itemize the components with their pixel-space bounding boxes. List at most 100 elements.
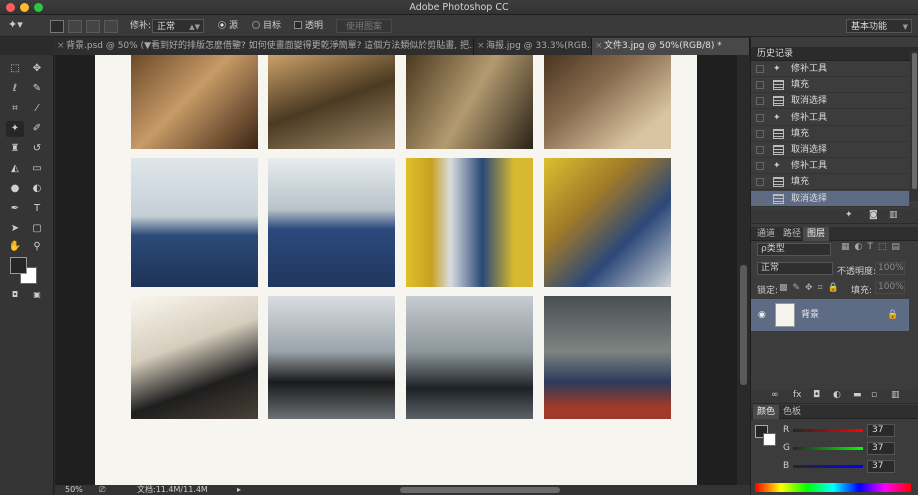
- history-snapshot-checkbox[interactable]: [756, 65, 764, 73]
- trash-icon[interactable]: ▥: [891, 390, 900, 400]
- export-icon[interactable]: ⎚: [99, 485, 105, 495]
- g-slider[interactable]: [793, 447, 863, 450]
- transparent-checkbox[interactable]: 透明: [294, 19, 323, 33]
- lasso-tool-icon[interactable]: ℓ: [6, 81, 24, 97]
- tab-channels[interactable]: 通道: [753, 227, 779, 241]
- history-snapshot-checkbox[interactable]: [756, 162, 764, 171]
- history-panel-header[interactable]: 历史记录: [751, 47, 918, 61]
- history-snapshot-checkbox[interactable]: [756, 194, 764, 203]
- b-slider[interactable]: [793, 465, 863, 468]
- marquee-tool-icon[interactable]: ⬚: [6, 61, 24, 77]
- patch-tool-icon[interactable]: ✦: [6, 121, 24, 137]
- foreground-color-swatch[interactable]: [10, 257, 27, 274]
- quick-mask-icon[interactable]: ◘: [6, 287, 24, 303]
- move-tool-icon[interactable]: ✥: [28, 61, 46, 77]
- radio-source[interactable]: 源: [218, 19, 238, 33]
- history-snapshot-checkbox[interactable]: [756, 81, 764, 90]
- history-item[interactable]: ✦ 修补工具: [751, 61, 909, 77]
- canvas-area[interactable]: [55, 55, 737, 485]
- tab-layers[interactable]: 图层: [803, 227, 830, 241]
- camera-icon[interactable]: ◙: [869, 210, 878, 220]
- tab-poster-jpg[interactable]: × 海报.jpg @ 33.3%(RGB...: [474, 38, 592, 55]
- history-item[interactable]: ✦ 修补工具: [751, 158, 909, 175]
- history-item[interactable]: 取消选择: [751, 142, 909, 158]
- tab-swatches[interactable]: 色板: [779, 405, 805, 419]
- history-item[interactable]: 填充: [751, 174, 909, 191]
- fill-input[interactable]: 100%: [875, 281, 905, 294]
- zoom-tool-icon[interactable]: ⚲: [28, 239, 46, 255]
- lock-icons[interactable]: ▩✎✥⌗🔒: [779, 283, 844, 293]
- blend-mode-select[interactable]: 正常: [757, 262, 833, 275]
- history-item[interactable]: 填充: [751, 77, 909, 94]
- opacity-input[interactable]: 100%: [875, 262, 905, 275]
- patch-mode-select[interactable]: 正常 ▲▼: [152, 19, 204, 33]
- gradient-tool-icon[interactable]: ▭: [28, 161, 46, 177]
- history-snapshot-checkbox[interactable]: [756, 129, 764, 138]
- r-value[interactable]: 37: [867, 424, 895, 437]
- patch-tool-icon[interactable]: ✦▾: [8, 19, 23, 33]
- close-tab-icon[interactable]: ×: [477, 38, 485, 54]
- history-snapshot-checkbox[interactable]: [756, 97, 764, 106]
- eraser-tool-icon[interactable]: ◭: [6, 161, 24, 177]
- fx-icon[interactable]: fx: [793, 390, 802, 400]
- layer-row-background[interactable]: ◉ 背景 🔒: [751, 299, 909, 331]
- eyedropper-tool-icon[interactable]: ⁄: [28, 101, 46, 117]
- history-item[interactable]: 取消选择: [751, 190, 909, 207]
- eye-icon[interactable]: ◉: [758, 299, 766, 331]
- document-canvas[interactable]: [95, 55, 697, 485]
- color-spectrum[interactable]: [755, 483, 911, 492]
- intersect-selection-button[interactable]: [104, 20, 118, 33]
- blur-tool-icon[interactable]: ●: [6, 181, 24, 197]
- close-tab-icon[interactable]: ×: [57, 38, 65, 54]
- close-tab-icon[interactable]: ×: [595, 38, 603, 54]
- new-layer-icon[interactable]: ▫: [871, 390, 877, 400]
- quick-select-tool-icon[interactable]: ✎: [28, 81, 46, 97]
- use-pattern-button[interactable]: 使用图案: [336, 19, 393, 33]
- layer-kind-filter[interactable]: ρ类型: [757, 243, 831, 256]
- pen-tool-icon[interactable]: ✒: [6, 201, 24, 217]
- folder-icon[interactable]: ▬: [853, 390, 862, 400]
- link-icon[interactable]: ∞: [771, 390, 779, 400]
- tab-color[interactable]: 颜色: [753, 405, 780, 419]
- history-item[interactable]: 填充: [751, 125, 909, 142]
- subtract-selection-button[interactable]: [86, 20, 100, 33]
- hand-tool-icon[interactable]: ✋: [6, 239, 24, 255]
- crop-tool-icon[interactable]: ⌗: [6, 101, 24, 117]
- shape-tool-icon[interactable]: ▢: [28, 221, 46, 237]
- new-selection-button[interactable]: [50, 20, 64, 33]
- path-select-tool-icon[interactable]: ➤: [6, 221, 24, 237]
- history-brush-icon[interactable]: ↺: [28, 141, 46, 157]
- workspace-select[interactable]: 基本功能 ▼: [846, 19, 912, 33]
- dodge-tool-icon[interactable]: ◐: [28, 181, 46, 197]
- chevron-right-icon[interactable]: ▸: [237, 485, 241, 495]
- history-item[interactable]: 取消选择: [751, 93, 909, 110]
- zoom-level[interactable]: 50%: [65, 485, 83, 495]
- canvas-vertical-scrollbar[interactable]: [737, 55, 750, 485]
- mask-icon[interactable]: ◘: [813, 390, 820, 400]
- layer-filter-icons[interactable]: ▦◐T⬚▤: [841, 242, 905, 252]
- color-bg-swatch[interactable]: [763, 433, 776, 446]
- b-value[interactable]: 37: [867, 460, 895, 473]
- history-snapshot-checkbox[interactable]: [756, 146, 764, 154]
- type-tool-icon[interactable]: T: [28, 201, 46, 217]
- history-scrollbar[interactable]: [910, 51, 918, 201]
- tab-paths[interactable]: 路径: [779, 227, 805, 241]
- trash-icon[interactable]: ▥: [889, 210, 898, 220]
- radio-target[interactable]: 目标: [252, 19, 281, 33]
- scrollbar-thumb[interactable]: [912, 53, 917, 189]
- g-value[interactable]: 37: [867, 442, 895, 455]
- tab-background-psd[interactable]: × 背景.psd @ 50% (▼看到好的排版怎麼借鑒? 如何使畫面變得更乾淨簡…: [54, 38, 474, 55]
- history-snapshot-checkbox[interactable]: [756, 178, 764, 187]
- history-item[interactable]: ✦ 修补工具: [751, 109, 909, 126]
- horizontal-scrollbar-thumb[interactable]: [400, 487, 560, 493]
- tab-file3-jpg[interactable]: × 文件3.jpg @ 50%(RGB/8) *: [592, 38, 750, 55]
- history-snapshot-checkbox[interactable]: [756, 113, 764, 122]
- adjustment-icon[interactable]: ◐: [833, 390, 841, 400]
- scrollbar-thumb[interactable]: [740, 265, 747, 385]
- stamp-tool-icon[interactable]: ♜: [6, 141, 24, 157]
- r-slider[interactable]: [793, 429, 863, 432]
- snapshot-icon[interactable]: ✦: [845, 210, 853, 220]
- brush-tool-icon[interactable]: ✐: [28, 121, 46, 137]
- screen-mode-icon[interactable]: ▣: [28, 287, 46, 303]
- add-selection-button[interactable]: [68, 20, 82, 33]
